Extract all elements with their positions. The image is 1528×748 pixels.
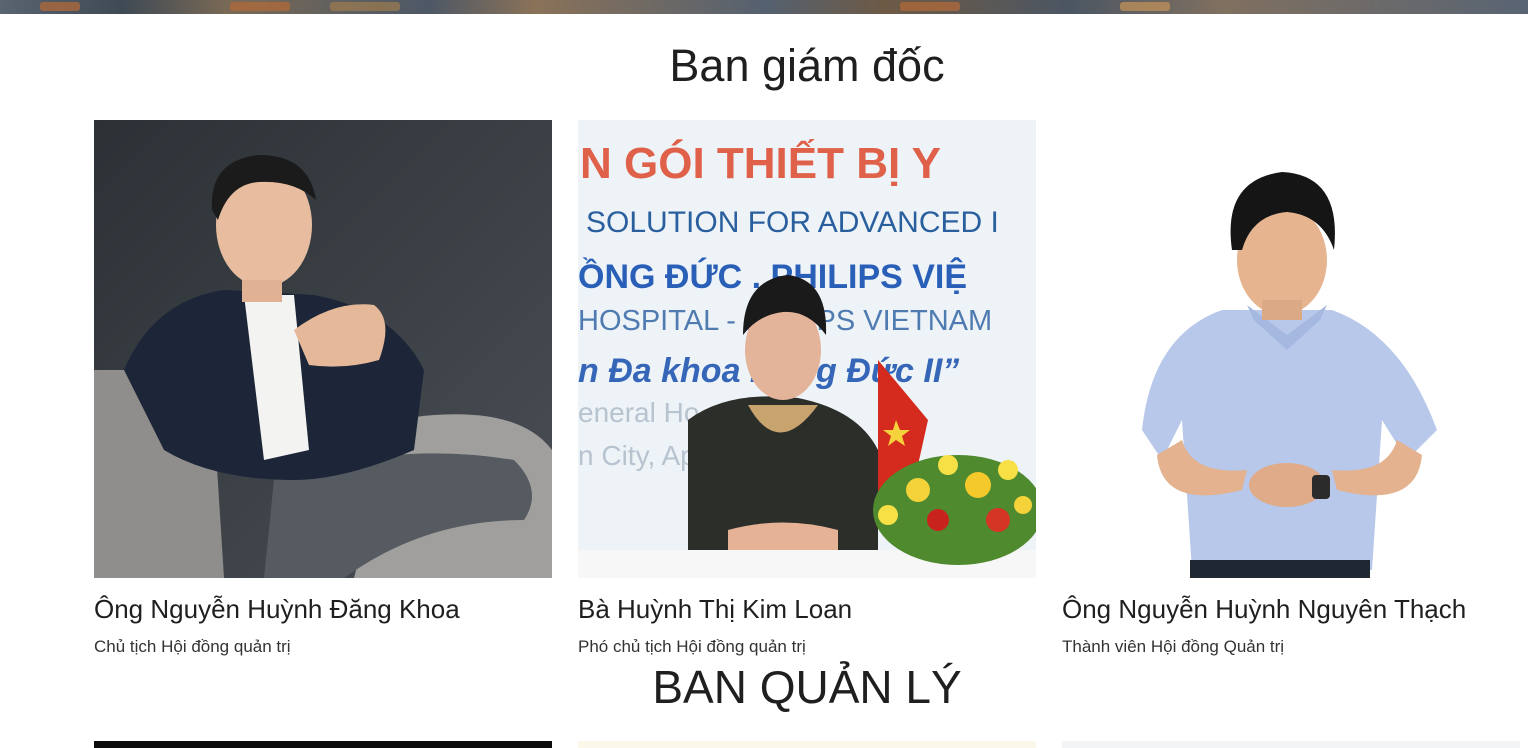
manager-photo[interactable] bbox=[94, 741, 552, 748]
svg-text:N GÓI THIẾT BỊ Y: N GÓI THIẾT BỊ Y bbox=[580, 138, 941, 188]
section-title-directors: Ban giám đốc bbox=[669, 40, 945, 91]
svg-text:eneral Ho: eneral Ho bbox=[578, 397, 699, 428]
director-name: Bà Huỳnh Thị Kim Loan bbox=[578, 594, 853, 624]
manager-photo[interactable] bbox=[1062, 741, 1520, 748]
director-role: Thành viên Hội đồng Quản trị bbox=[1062, 637, 1285, 656]
director-card[interactable]: N GÓI THIẾT BỊ Y SOLUTION FOR ADVANCED I… bbox=[578, 120, 1036, 657]
director-card[interactable]: Ông Nguyễn Huỳnh Đăng Khoa Chủ tịch Hội … bbox=[94, 120, 552, 657]
director-name: Ông Nguyễn Huỳnh Nguyên Thạch bbox=[1062, 594, 1467, 624]
svg-text:SOLUTION FOR ADVANCED I: SOLUTION FOR ADVANCED I bbox=[586, 206, 999, 239]
director-role: Phó chủ tịch Hội đồng quản trị bbox=[578, 637, 806, 656]
section-title-management: BAN QUẢN LÝ bbox=[652, 661, 962, 713]
manager-photo[interactable] bbox=[578, 741, 1036, 748]
director-photo[interactable] bbox=[94, 120, 552, 578]
director-name: Ông Nguyễn Huỳnh Đăng Khoa bbox=[94, 594, 460, 624]
director-photo[interactable] bbox=[1062, 120, 1520, 578]
director-photo[interactable]: N GÓI THIẾT BỊ Y SOLUTION FOR ADVANCED I… bbox=[578, 120, 1036, 578]
director-card[interactable]: Ông Nguyễn Huỳnh Nguyên Thạch Thành viên… bbox=[1062, 120, 1520, 657]
svg-text:n City, Ap: n City, Ap bbox=[578, 440, 696, 471]
director-role: Chủ tịch Hội đồng quản trị bbox=[94, 637, 291, 656]
hero-image-strip bbox=[0, 0, 1528, 14]
